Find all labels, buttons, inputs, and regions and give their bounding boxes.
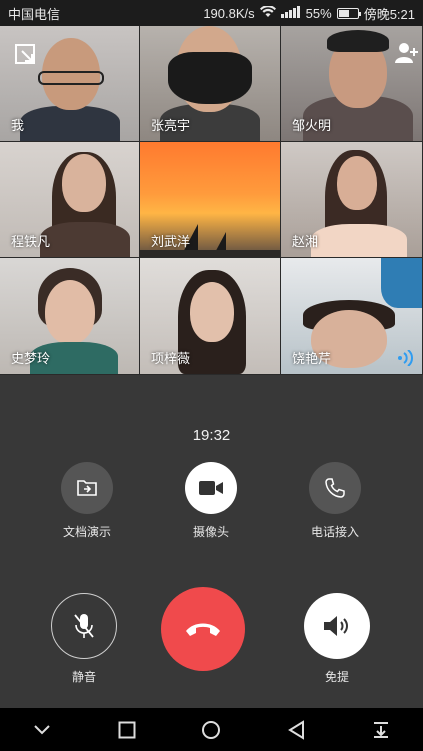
- back-icon[interactable]: [276, 710, 316, 750]
- network-speed: 190.8K/s: [203, 5, 255, 21]
- screen-share-icon[interactable]: [61, 462, 113, 514]
- notification-pull-icon[interactable]: [361, 710, 401, 750]
- battery-percent: 55%: [305, 5, 332, 21]
- status-bar: 中国电信 190.8K/s 55% 傍晚5:21: [0, 0, 423, 26]
- camera-button[interactable]: 摄像头: [156, 462, 266, 540]
- participant-tile[interactable]: 史梦玲: [0, 258, 140, 375]
- mute-mic-icon[interactable]: [51, 593, 117, 659]
- signal-icon: [280, 6, 301, 20]
- glasses: [38, 71, 104, 85]
- face-mask: [168, 52, 252, 104]
- person-body: [20, 106, 120, 141]
- participant-name: 刘武洋: [151, 234, 191, 249]
- call-timer: 19:32: [192, 427, 231, 444]
- person-head: [45, 280, 95, 344]
- clock: 傍晚5:21: [363, 6, 415, 22]
- camera-label: 摄像头: [192, 525, 229, 539]
- participant-grid: 我 张亮宇 邹火明 程铁凡 刘武洋 赵湘 史梦玲 项梓薇 饶艳芹: [0, 26, 423, 375]
- system-nav-bar: [0, 708, 423, 751]
- person-head: [62, 154, 106, 212]
- participant-tile[interactable]: 饶艳芹: [281, 258, 423, 375]
- screen-share-button[interactable]: 文档演示: [32, 462, 142, 540]
- speaker-icon[interactable]: [304, 593, 370, 659]
- battery-icon: [336, 7, 361, 19]
- participant-tile[interactable]: 项梓薇: [140, 258, 281, 375]
- participant-tile[interactable]: 赵湘: [281, 142, 423, 258]
- participant-name: 饶艳芹: [292, 351, 332, 366]
- add-person-icon[interactable]: [395, 42, 419, 69]
- participant-name: 我: [11, 118, 25, 133]
- participant-tile[interactable]: 程铁凡: [0, 142, 140, 258]
- speaker-button[interactable]: 免提: [282, 593, 392, 685]
- person-head: [190, 282, 234, 342]
- participant-name: 张亮宇: [151, 118, 191, 133]
- camera-icon[interactable]: [185, 462, 237, 514]
- participant-name: 邹火明: [292, 118, 332, 133]
- participant-tile[interactable]: 我: [0, 26, 140, 142]
- person-head: [337, 156, 377, 210]
- phone-icon[interactable]: [309, 462, 361, 514]
- participant-name: 赵湘: [292, 234, 319, 249]
- mute-button[interactable]: 静音: [29, 593, 139, 685]
- wifi-icon: [259, 4, 276, 21]
- participant-tile[interactable]: 邹火明: [281, 26, 423, 142]
- home-icon[interactable]: [191, 710, 231, 750]
- chevron-down-icon[interactable]: [22, 710, 62, 750]
- status-right: 190.8K/s 55% 傍晚5:21: [203, 4, 415, 23]
- participant-tile[interactable]: 刘武洋: [140, 142, 281, 258]
- hang-up-button[interactable]: [148, 587, 258, 671]
- phone-in-button[interactable]: 电话接入: [280, 462, 390, 540]
- mute-label: 静音: [71, 670, 96, 684]
- hang-up-icon[interactable]: [161, 587, 245, 671]
- participant-tile[interactable]: 张亮宇: [140, 26, 281, 142]
- background-object: [381, 258, 422, 308]
- phone-in-label: 电话接入: [310, 525, 359, 539]
- person-body: [311, 224, 407, 257]
- person-body: [40, 222, 130, 257]
- speaker-label: 免提: [324, 670, 349, 684]
- carrier-label: 中国电信: [8, 6, 61, 22]
- call-control-panel: 19:32 文档演示 摄像头 电话接入 静音 免提: [0, 375, 423, 708]
- switch-view-icon[interactable]: [15, 44, 37, 71]
- screen-share-label: 文档演示: [62, 525, 111, 539]
- audio-wave-icon: [397, 349, 413, 371]
- recent-apps-icon[interactable]: [107, 710, 147, 750]
- person-hair: [327, 30, 389, 52]
- participant-name: 程铁凡: [11, 234, 51, 249]
- participant-name: 史梦玲: [11, 351, 51, 366]
- participant-name: 项梓薇: [151, 351, 191, 366]
